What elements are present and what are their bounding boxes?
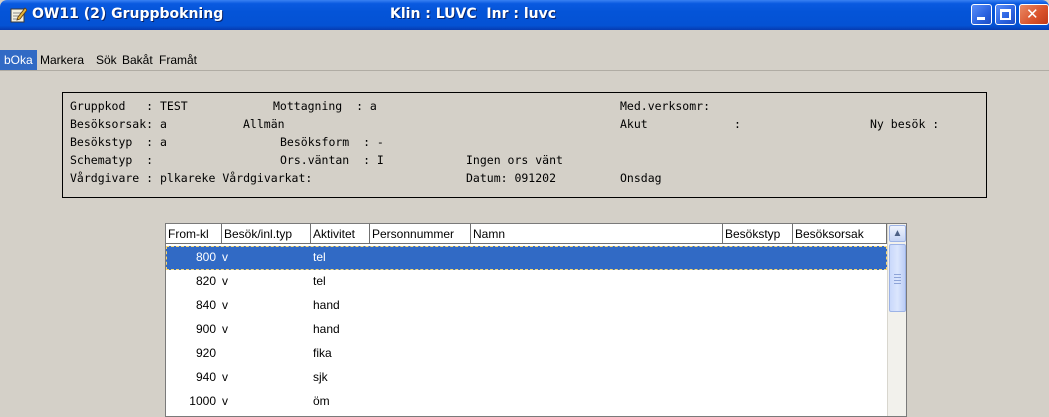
grip-line: [894, 280, 901, 281]
aktivitet-cell: tel: [313, 274, 326, 288]
med-verksomr-label: Med.verksomr:: [620, 99, 711, 113]
menu-item-boka[interactable]: bOka: [0, 50, 37, 70]
menu-item-markera[interactable]: Markera: [40, 53, 84, 67]
aktivitet-cell: fika: [313, 346, 332, 360]
column-header-personnummer[interactable]: Personnummer: [370, 224, 471, 244]
akut-label: Akut: [620, 117, 648, 131]
aktivitet-cell: hand: [313, 322, 340, 336]
clinic-title: Klin : LUVC Inr : luvc: [390, 6, 557, 22]
from-kl-cell: 920: [195, 346, 216, 360]
typ-cell: v: [222, 298, 228, 312]
from-kl-cell: 1000: [189, 394, 216, 408]
schematyp-label: Schematyp :: [70, 153, 154, 167]
table-row[interactable]: 800 v tel: [166, 246, 887, 270]
column-header-besok-inl-typ[interactable]: Besök/inl.typ: [222, 224, 311, 244]
ors-vantan-label: Ors.väntan : I: [280, 153, 384, 167]
menu-item-bakat[interactable]: Bakåt: [122, 53, 153, 67]
table-row[interactable]: 900 v hand: [166, 318, 887, 342]
column-header-besoksorsak[interactable]: Besöksorsak: [793, 224, 887, 244]
typ-cell: v: [222, 322, 228, 336]
menu-item-sok[interactable]: Sök: [96, 53, 117, 67]
from-kl-cell: 800: [195, 250, 216, 264]
weekday-value: Onsdag: [620, 171, 662, 185]
from-kl-cell: 940: [195, 370, 216, 384]
typ-cell: v: [222, 274, 228, 288]
table-row[interactable]: 940 v sjk: [166, 366, 887, 390]
grip-line: [894, 283, 901, 284]
mottagning-label: Mottagning : a: [273, 99, 377, 113]
typ-cell: v: [222, 394, 228, 408]
besoksorsak-label: Besöksorsak: a: [70, 117, 167, 131]
scroll-up-button[interactable]: ▲: [889, 225, 906, 242]
close-icon: ✕: [1026, 5, 1039, 23]
typ-cell: v: [222, 250, 228, 264]
window-title: OW11 (2) Gruppbokning: [32, 6, 224, 22]
scrollbar-thumb[interactable]: [889, 244, 906, 312]
column-header-besokstyp[interactable]: Besökstyp: [723, 224, 793, 244]
besokstyp-label: Besökstyp : a: [70, 135, 167, 149]
chevron-up-icon: ▲: [892, 228, 903, 239]
column-header-namn[interactable]: Namn: [471, 224, 723, 244]
booking-grid[interactable]: From-kl Besök/inl.typ Aktivitet Personnu…: [165, 223, 907, 417]
vardgivare-label: Vårdgivare : plkareke Vårdgivarkat:: [70, 171, 313, 185]
aktivitet-cell: tel: [313, 250, 326, 264]
vertical-scrollbar[interactable]: ▲: [887, 224, 906, 416]
grid-header: From-kl Besök/inl.typ Aktivitet Personnu…: [166, 224, 887, 244]
menu-item-framat[interactable]: Framåt: [159, 53, 197, 67]
ny-besok-label: Ny besök :: [870, 117, 940, 131]
minimize-button[interactable]: [971, 4, 992, 25]
column-header-aktivitet[interactable]: Aktivitet: [311, 224, 370, 244]
menu-bar: bOka Markera Sök Bakåt Framåt: [0, 50, 1049, 71]
title-bar[interactable]: OW11 (2) Gruppbokning Klin : LUVC Inr : …: [0, 0, 1049, 30]
from-kl-cell: 820: [195, 274, 216, 288]
column-header-from-kl[interactable]: From-kl: [166, 224, 222, 244]
pencil-notepad-icon: [10, 7, 27, 23]
akut-colon: :: [734, 117, 741, 131]
ingen-ors-vant-value: Ingen ors vänt: [466, 153, 563, 167]
datum-label: Datum: 091202: [466, 171, 557, 185]
close-button[interactable]: ✕: [1019, 4, 1049, 25]
from-kl-cell: 900: [195, 322, 216, 336]
grip-line: [894, 274, 901, 275]
gruppkod-label: Gruppkod : TEST: [70, 99, 188, 113]
maximize-button[interactable]: [995, 4, 1016, 25]
booking-info-panel: Gruppkod : TEST Besöksorsak: a Besökstyp…: [62, 92, 987, 198]
grip-line: [894, 277, 901, 278]
aktivitet-cell: hand: [313, 298, 340, 312]
maximize-icon: [1000, 9, 1011, 20]
typ-cell: v: [222, 370, 228, 384]
minimize-icon: [977, 17, 985, 20]
table-row[interactable]: 840 v hand: [166, 294, 887, 318]
table-row[interactable]: 820 v tel: [166, 270, 887, 294]
from-kl-cell: 840: [195, 298, 216, 312]
aktivitet-cell: sjk: [313, 370, 328, 384]
table-row[interactable]: 920 fika: [166, 342, 887, 366]
aktivitet-cell: öm: [313, 394, 330, 408]
besoksform-label: Besöksform : -: [280, 135, 384, 149]
allman-value: Allmän: [243, 117, 285, 131]
table-row[interactable]: 1000 v öm: [166, 390, 887, 414]
